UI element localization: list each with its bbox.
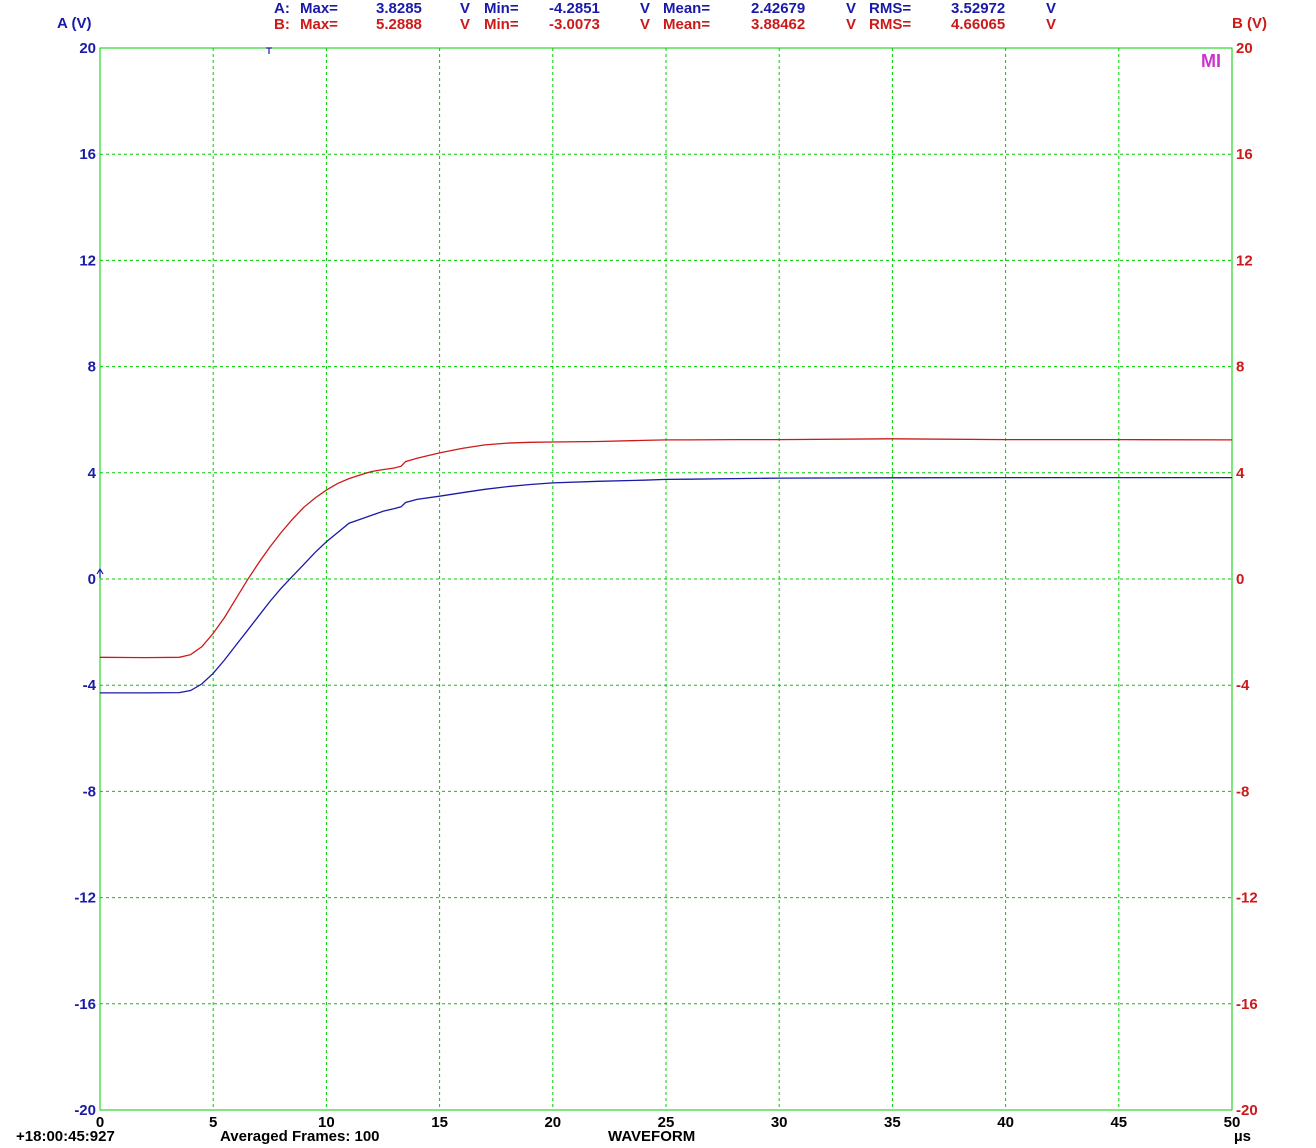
x-tick-label: 45 [1110,1114,1127,1131]
left-axis-ticks: 20 16 12 8 4 0 -4 -8 -12 -16 -20 [74,40,96,1119]
x-tick-label: 5 [209,1114,217,1131]
right-y-tick-label: 20 [1236,40,1253,57]
stat-min-unit: V [640,0,650,17]
right-y-tick-label: 8 [1236,359,1244,376]
unit-label: µs [1234,1128,1251,1145]
stat-min-unit: V [640,16,650,33]
left-y-tick-label: -16 [74,996,96,1013]
timestamp: +18:00:45:927 [16,1128,115,1145]
stat-rms-label: RMS= [869,16,911,33]
stat-rms-value: 4.66065 [951,16,1005,33]
stat-max-label: Max= [300,0,338,17]
stat-mean-unit: V [846,16,856,33]
stat-min-value: -4.2851 [549,0,600,17]
stat-mean-value: 3.88462 [751,16,805,33]
stat-max-unit: V [460,0,470,17]
channel-a-stats: A: Max= 3.8285 V Min= -4.2851 V Mean= 2.… [274,0,1056,17]
x-tick-label: 35 [884,1114,901,1131]
stat-max-unit: V [460,16,470,33]
stat-max-value: 3.8285 [376,0,422,17]
stat-min-label: Min= [484,16,519,33]
stat-mean-label: Mean= [663,16,710,33]
right-y-tick-label: -8 [1236,783,1249,800]
x-tick-label: 30 [771,1114,788,1131]
right-y-tick-label: 16 [1236,146,1253,163]
x-tick-label: 40 [997,1114,1014,1131]
left-y-tick-label: 0 [88,571,96,588]
stat-channel: A: [274,0,290,17]
b-axis-label: B (V) [1232,15,1267,32]
stat-max-label: Max= [300,16,338,33]
right-y-tick-label: 4 [1236,465,1245,482]
left-y-tick-label: -8 [83,783,96,800]
stat-rms-label: RMS= [869,0,911,17]
left-y-tick-label: -20 [74,1102,96,1119]
stat-channel: B: [274,16,290,33]
left-y-tick-label: -4 [83,677,97,694]
stat-min-value: -3.0073 [549,16,600,33]
stat-rms-value: 3.52972 [951,0,1005,17]
left-y-tick-label: 8 [88,359,96,376]
left-y-tick-label: 16 [79,146,96,163]
averaged-frames: Averaged Frames: 100 [220,1128,380,1145]
stat-mean-unit: V [846,0,856,17]
stat-rms-unit: V [1046,16,1056,33]
stat-mean-label: Mean= [663,0,710,17]
right-y-tick-label: -12 [1236,890,1258,907]
right-y-tick-label: 0 [1236,571,1244,588]
right-y-tick-label: -16 [1236,996,1258,1013]
left-y-tick-label: 20 [79,40,96,57]
a-axis-label: A (V) [57,15,91,32]
stat-min-label: Min= [484,0,519,17]
display-mode: WAVEFORM [608,1128,695,1145]
channel-b-stats: B: Max= 5.2888 V Min= -3.0073 V Mean= 3.… [274,16,1056,33]
x-tick-label: 15 [431,1114,448,1131]
left-y-tick-label: 12 [79,252,96,269]
left-y-tick-label: 4 [88,465,97,482]
x-tick-label: 20 [544,1114,561,1131]
stat-rms-unit: V [1046,0,1056,17]
right-y-tick-label: -4 [1236,677,1250,694]
stat-max-value: 5.2888 [376,16,422,33]
waveform-chart: A (V) B (V) A: Max= 3.8285 V Min= -4.285… [16,0,1267,1145]
left-y-tick-label: -12 [74,890,96,907]
right-y-tick-label: 12 [1236,252,1253,269]
marker-label: MI [1201,51,1221,71]
stat-mean-value: 2.42679 [751,0,805,17]
right-axis-ticks: 201612840-4-8-12-16-20 [1236,40,1258,1119]
